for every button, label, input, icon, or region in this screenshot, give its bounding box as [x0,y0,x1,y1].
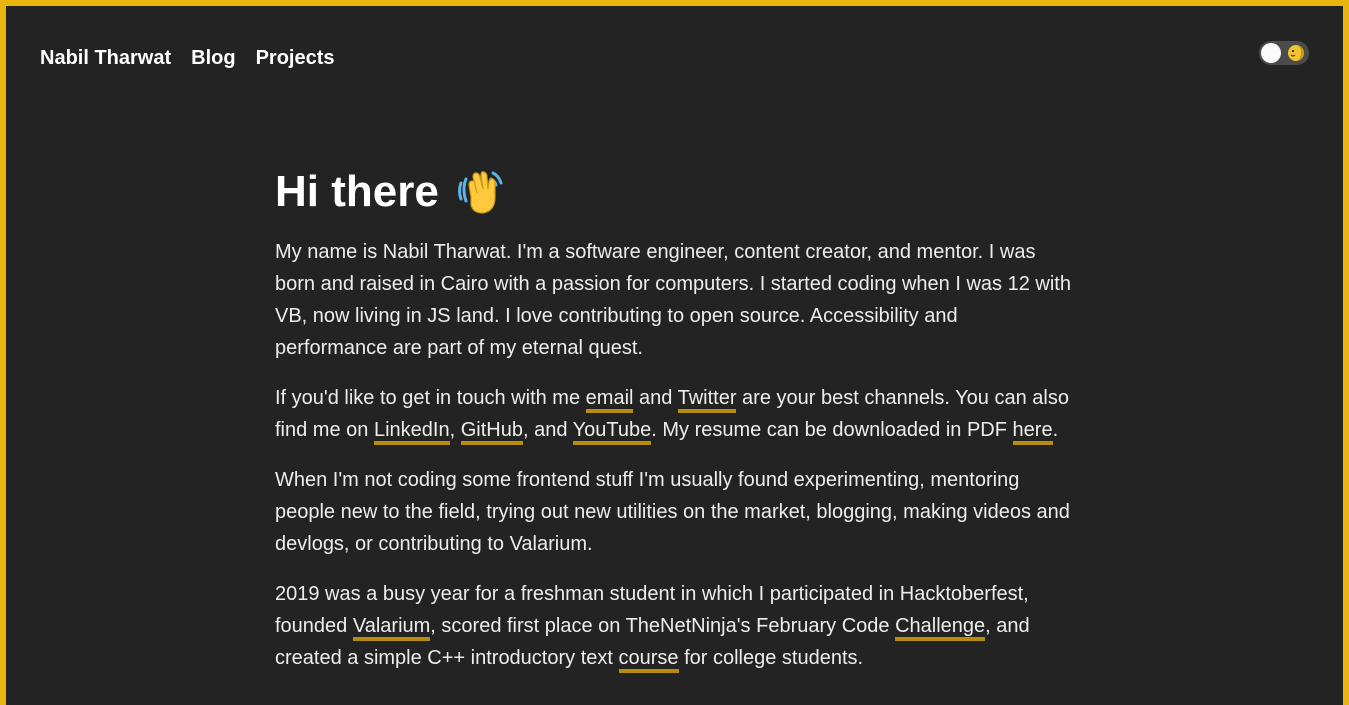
page-title-text: Hi there [275,167,439,216]
nav-blog-link[interactable]: Blog [191,44,235,72]
toggle-knob [1261,43,1281,63]
contact-text-7: . [1052,419,1059,441]
resume-link[interactable]: here [1012,419,1053,445]
page-title: Hi there [275,164,1075,220]
top-nav: Nabil Tharwat Blog Projects [40,44,355,72]
contact-text-5: , and [522,419,573,441]
contact-text-4: , [449,419,461,441]
intro-paragraph: My name is Nabil Tharwat. I'm a software… [275,241,1071,359]
theme-toggle[interactable] [1259,41,1309,65]
nav-projects-link[interactable]: Projects [256,44,335,72]
nav-brand-link[interactable]: Nabil Tharwat [40,44,171,72]
page-frame: Nabil Tharwat Blog Projects Hi there My … [6,6,1343,705]
main-content: Hi there My name is Nabil Tharwat. I'm a… [275,164,1075,674]
github-link[interactable]: GitHub [460,419,523,445]
history-text-2: , scored first place on TheNetNinja's Fe… [430,615,896,637]
course-link[interactable]: course [618,647,679,673]
twitter-link[interactable]: Twitter [677,387,737,413]
email-link[interactable]: email [585,387,634,413]
contact-text-6: . My resume can be downloaded in PDF [651,419,1013,441]
valarium-link[interactable]: Valarium [352,615,431,641]
contact-paragraph: If you'd like to get in touch with me em… [275,382,1075,446]
linkedin-link[interactable]: LinkedIn [373,419,450,445]
waving-hand-icon [457,171,503,214]
moon-icon [1288,45,1304,61]
history-paragraph: 2019 was a busy year for a freshman stud… [275,578,1075,674]
contact-text-2: and [633,387,678,409]
history-text-4: for college students. [678,647,864,669]
contact-text-1: If you'd like to get in touch with me [275,387,586,409]
hobbies-paragraph: When I'm not coding some frontend stuff … [275,469,1070,555]
youtube-link[interactable]: YouTube [572,419,652,445]
challenge-link[interactable]: Challenge [895,615,986,641]
